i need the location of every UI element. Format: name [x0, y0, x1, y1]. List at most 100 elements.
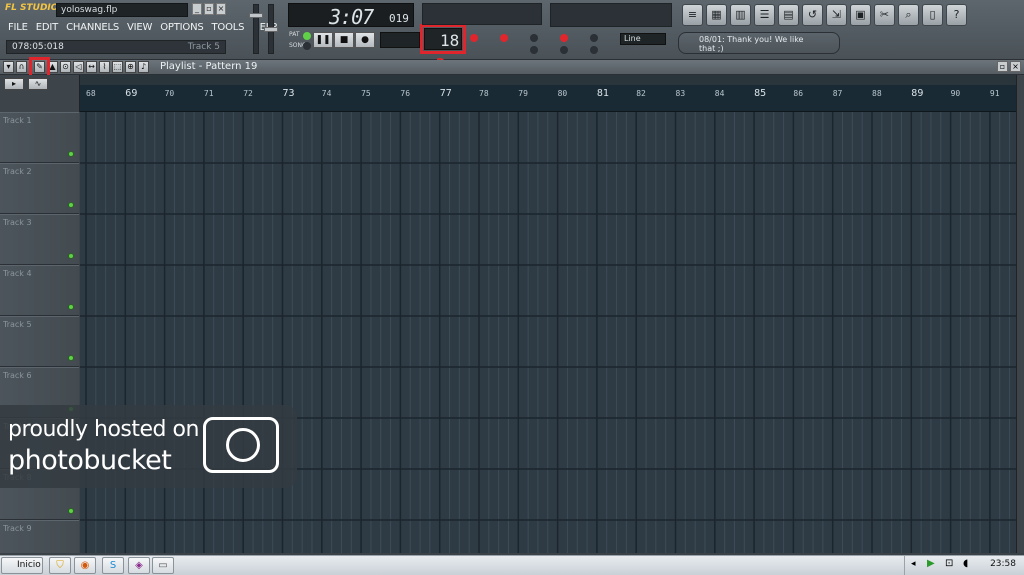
window-icon[interactable]: ▭: [152, 557, 174, 574]
norton-icon[interactable]: ⛉: [49, 557, 71, 574]
playlist-window-icon[interactable]: ≡: [682, 4, 703, 26]
timeline-ruler[interactable]: 68 69 70 71 72 73 74 75 76 77 78 79 80 81 82 83 84 85 86 87…: [80, 85, 1016, 112]
menu-edit[interactable]: EDIT: [36, 22, 58, 36]
project-name-field: yoloswag.flp: [56, 3, 188, 17]
ruler-bar-number: 88: [872, 89, 882, 98]
master-pitch-knob[interactable]: [264, 27, 278, 32]
menu-view[interactable]: VIEW: [127, 22, 152, 36]
song-mode-led[interactable]: [303, 42, 311, 50]
tray-play-icon[interactable]: ▶: [927, 558, 935, 569]
piano-roll-icon[interactable]: ▥: [730, 4, 751, 26]
skype-icon[interactable]: S: [102, 557, 124, 574]
app-icon[interactable]: ◈: [128, 557, 150, 574]
playlist-menu-icon[interactable]: ▾: [3, 61, 14, 73]
metronome-led[interactable]: [500, 34, 508, 42]
delete-tool-icon[interactable]: ⊙: [60, 61, 71, 73]
song-time-display[interactable]: 3:07 019: [288, 3, 414, 29]
cut-icon[interactable]: ✂: [874, 4, 895, 26]
track-header[interactable]: Track 3: [0, 214, 79, 265]
pat-mode-led[interactable]: [303, 32, 311, 40]
ruler-bar-number: 91: [989, 89, 1000, 98]
multilink-led[interactable]: [560, 46, 568, 54]
tray-network-icon[interactable]: ⊡: [945, 558, 953, 569]
menu-tools[interactable]: TOOLS: [212, 22, 245, 36]
track-mute-led[interactable]: [68, 355, 74, 361]
close-icon[interactable]: ×: [216, 3, 226, 15]
ruler-bar-number: 73: [282, 88, 295, 99]
wait-input-led[interactable]: [590, 46, 598, 54]
select-tool-icon[interactable]: ⬚: [112, 61, 123, 73]
document-icon[interactable]: ▯: [922, 4, 943, 26]
ruler-bar-number: 82: [636, 89, 646, 98]
record-button[interactable]: ●: [355, 32, 375, 48]
ruler-bar-number: 77: [439, 88, 452, 99]
ruler-bar-number: 68: [86, 89, 96, 98]
record-option-led[interactable]: [470, 34, 478, 42]
playlist-maximize-icon[interactable]: ▫: [997, 61, 1008, 72]
track-header[interactable]: Track 5: [0, 316, 79, 367]
news-panel[interactable]: 08/01: Thank you! We like that ;): [678, 32, 840, 54]
master-volume-slider[interactable]: [249, 4, 263, 54]
blend-led[interactable]: [590, 34, 598, 42]
track-mute-led[interactable]: [68, 304, 74, 310]
slip-tool-icon[interactable]: ↔: [86, 61, 97, 73]
slice-tool-icon[interactable]: ⌇: [99, 61, 110, 73]
undo-icon[interactable]: ↺: [802, 4, 823, 26]
track-header[interactable]: Track 1: [0, 112, 79, 163]
menu-file[interactable]: FILE: [8, 22, 28, 36]
firefox-icon[interactable]: ◉: [74, 557, 96, 574]
tray-volume-icon[interactable]: ◖: [963, 558, 968, 569]
pattern-picker-icon[interactable]: ▸: [4, 78, 24, 90]
snap-select[interactable]: Line: [620, 33, 666, 45]
track-mute-led[interactable]: [68, 508, 74, 514]
audio-clip-icon[interactable]: ∿: [28, 78, 48, 90]
watermark-line2: photobucket: [8, 445, 172, 476]
ruler-bar-number: 79: [518, 89, 528, 98]
render-icon[interactable]: ⇲: [826, 4, 847, 26]
tray-expand-icon[interactable]: ◂: [911, 559, 916, 569]
help-icon[interactable]: ?: [946, 4, 967, 26]
master-volume-knob[interactable]: [249, 13, 263, 18]
ruler-bar-number: 80: [557, 89, 568, 98]
track-header[interactable]: Track 4: [0, 265, 79, 316]
step-sequencer-icon[interactable]: ▦: [706, 4, 727, 26]
minimize-icon[interactable]: _: [192, 3, 202, 15]
restore-icon[interactable]: ▫: [204, 3, 214, 15]
start-button[interactable]: Inicio: [1, 557, 43, 574]
hint-bar: 078:05:018 Track 5: [6, 40, 226, 54]
fl-studio-window: FL STUDIO yoloswag.flp _ ▫ × FILE EDIT C…: [0, 0, 1024, 575]
playback-tool-icon[interactable]: ♪: [138, 61, 149, 73]
search-icon[interactable]: ⌕: [898, 4, 919, 26]
mute-tool-icon[interactable]: ◁: [73, 61, 84, 73]
track-mute-led[interactable]: [68, 202, 74, 208]
magnet-icon[interactable]: ∩: [16, 61, 27, 73]
pattern-selector[interactable]: [380, 32, 420, 48]
ruler-top: [80, 75, 1016, 85]
watermark-line1: proudly hosted on: [8, 417, 199, 442]
pat-mode-label: PAT: [289, 31, 300, 38]
master-pitch-slider[interactable]: [264, 4, 278, 54]
pause-button[interactable]: ❚❚: [313, 32, 333, 48]
loop-record-led[interactable]: [560, 34, 568, 42]
track-name: Track 6: [3, 371, 32, 380]
track-mute-led[interactable]: [68, 151, 74, 157]
typing-keyboard-led[interactable]: [530, 46, 538, 54]
ruler-bar-number: 83: [675, 89, 686, 98]
zoom-tool-icon[interactable]: ⊕: [125, 61, 136, 73]
menu-channels[interactable]: CHANNELS: [66, 22, 119, 36]
ruler-bar-number: 85: [754, 88, 767, 99]
mixer-icon[interactable]: ▤: [778, 4, 799, 26]
menu-options[interactable]: OPTIONS: [160, 22, 203, 36]
news-text: 08/01: Thank you! We like that ;): [699, 35, 804, 53]
playlist-close-icon[interactable]: ×: [1010, 61, 1021, 72]
track-header[interactable]: Track 9: [0, 520, 79, 553]
browser-icon[interactable]: ☰: [754, 4, 775, 26]
save-icon[interactable]: ▣: [850, 4, 871, 26]
stop-button[interactable]: ■: [334, 32, 354, 48]
step-edit-led[interactable]: [530, 34, 538, 42]
track-header[interactable]: Track 2: [0, 163, 79, 214]
track-name: Track 1: [3, 116, 32, 125]
track-mute-led[interactable]: [68, 253, 74, 259]
time-ticks: 019: [389, 12, 409, 25]
vertical-scrollbar[interactable]: [1016, 75, 1024, 553]
